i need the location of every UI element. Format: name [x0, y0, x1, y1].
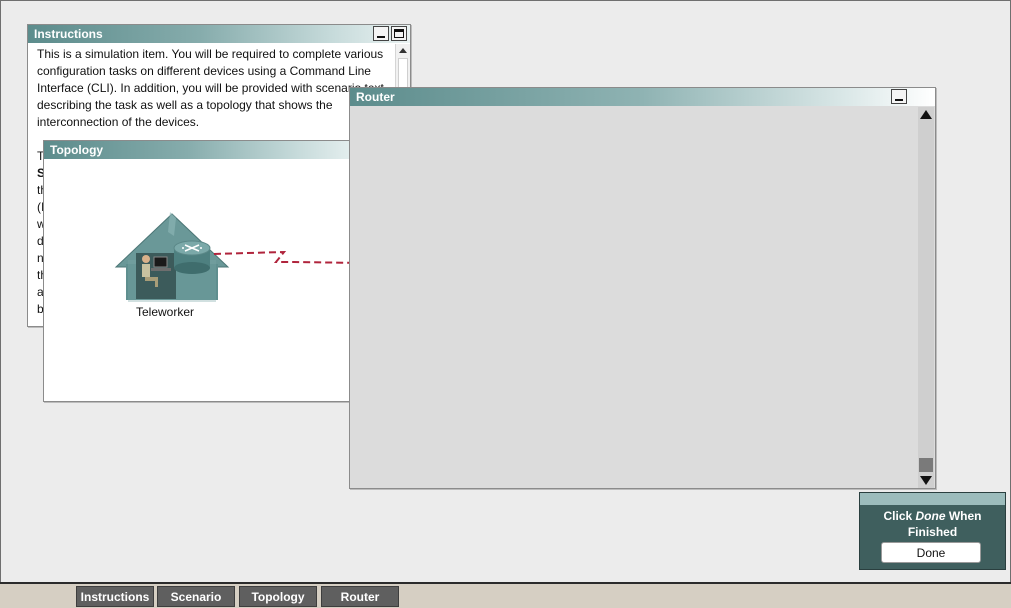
taskbar: Instructions Scenario Topology Router — [0, 582, 1011, 608]
maximize-button[interactable] — [391, 26, 407, 41]
instructions-titlebar[interactable]: Instructions — [28, 25, 410, 43]
router-minimize-button[interactable] — [891, 89, 907, 104]
topology-canvas: Teleworker — [44, 160, 362, 401]
scroll-up-icon[interactable] — [399, 48, 407, 53]
done-button[interactable]: Done — [881, 542, 981, 563]
router-title: Router — [356, 90, 395, 104]
topology-diagram — [114, 212, 362, 302]
minimize-button[interactable] — [373, 26, 389, 41]
router-scrollbar[interactable] — [918, 107, 934, 488]
taskbar-scenario-button[interactable]: Scenario — [157, 586, 235, 607]
scroll-thumb[interactable] — [919, 458, 933, 472]
done-message-prefix: Click — [883, 509, 916, 523]
taskbar-topology-button[interactable]: Topology — [239, 586, 317, 607]
minimize-icon — [895, 99, 903, 101]
scroll-up-arrow-icon[interactable] — [920, 110, 932, 119]
serial-link-line — [213, 250, 362, 264]
topology-title: Topology — [50, 143, 104, 157]
scroll-thumb[interactable] — [398, 58, 408, 88]
router-window[interactable]: Router — [349, 87, 936, 489]
scroll-down-arrow-icon[interactable] — [920, 476, 932, 485]
done-message-emphasis: Done — [915, 509, 946, 523]
maximize-icon — [394, 29, 404, 38]
router-console[interactable] — [350, 107, 918, 488]
topology-titlebar[interactable]: Topology — [44, 141, 362, 159]
minimize-icon — [377, 36, 385, 38]
topology-window[interactable]: Topology Teleworker — [43, 140, 363, 402]
teleworker-label: Teleworker — [136, 305, 195, 319]
done-panel-header — [860, 493, 1005, 505]
done-message: Click Done When Finished — [860, 508, 1005, 540]
instructions-title: Instructions — [34, 27, 103, 41]
teleworker-house-icon[interactable] — [114, 212, 230, 302]
router-titlebar[interactable]: Router — [350, 88, 935, 106]
taskbar-instructions-button[interactable]: Instructions — [76, 586, 154, 607]
taskbar-router-button[interactable]: Router — [321, 586, 399, 607]
instructions-paragraph: This is a simulation item. You will be r… — [37, 47, 384, 129]
done-panel: Click Done When Finished Done — [859, 492, 1006, 570]
